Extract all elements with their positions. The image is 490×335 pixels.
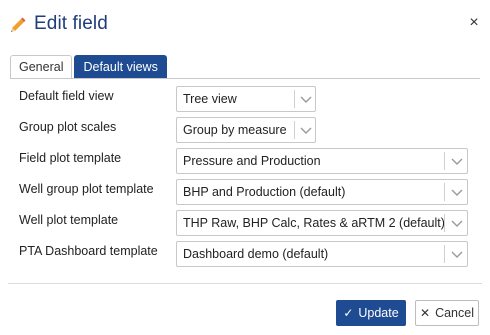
select-separator (294, 90, 295, 108)
select-value: Pressure and Production (183, 154, 321, 168)
tab-default-views[interactable]: Default views (74, 55, 167, 78)
chevron-down-icon (451, 251, 463, 258)
select-separator (444, 152, 445, 170)
select-separator (444, 245, 445, 263)
dialog-title: Edit field (34, 13, 108, 34)
dialog-header: Edit field (8, 10, 108, 38)
form-row-well-group-plot-template: Well group plot template BHP and Product… (19, 179, 469, 205)
field-plot-template-label: Field plot template (19, 151, 122, 165)
select-value: Group by measure (183, 123, 287, 137)
select-separator (444, 214, 445, 232)
default-field-view-select[interactable]: Tree view (176, 86, 316, 112)
tab-divider (10, 78, 480, 79)
group-plot-scales-select[interactable]: Group by measure (176, 117, 316, 143)
group-plot-scales-label: Group plot scales (19, 120, 117, 134)
form-row-field-plot-template: Field plot template Pressure and Product… (19, 148, 469, 174)
chevron-down-icon (300, 127, 312, 134)
form-row-default-field-view: Default field view Tree view (19, 86, 469, 112)
well-group-plot-template-label: Well group plot template (19, 182, 154, 196)
well-group-plot-template-select[interactable]: BHP and Production (default) (176, 179, 468, 205)
chevron-down-icon (451, 158, 463, 165)
tab-general[interactable]: General (10, 55, 73, 78)
update-button[interactable]: ✓ Update (336, 300, 406, 326)
x-icon: ✕ (420, 306, 431, 320)
form-row-pta-dashboard-template: PTA Dashboard template Dashboard demo (d… (19, 241, 469, 267)
footer-divider (8, 283, 482, 284)
form-row-well-plot-template: Well plot template THP Raw, BHP Calc, Ra… (19, 210, 469, 236)
select-value: BHP and Production (default) (183, 185, 346, 199)
close-icon[interactable]: × (466, 14, 482, 32)
default-field-view-label: Default field view (19, 89, 114, 103)
select-separator (294, 121, 295, 139)
select-value: Dashboard demo (default) (183, 247, 329, 261)
chevron-down-icon (451, 220, 463, 227)
tab-bar: General Default views (10, 55, 169, 79)
pta-dashboard-template-label: PTA Dashboard template (19, 244, 158, 258)
chevron-down-icon (300, 96, 312, 103)
chevron-down-icon (451, 189, 463, 196)
pencil-icon (8, 14, 28, 34)
edit-field-dialog: Edit field × General Default views Defau… (0, 0, 490, 335)
well-plot-template-select[interactable]: THP Raw, BHP Calc, Rates & aRTM 2 (defau… (176, 210, 468, 236)
select-value: THP Raw, BHP Calc, Rates & aRTM 2 (defau… (183, 216, 445, 230)
cancel-button-label: Cancel (435, 306, 474, 320)
select-separator (444, 183, 445, 201)
well-plot-template-label: Well plot template (19, 213, 119, 227)
cancel-button[interactable]: ✕ Cancel (415, 300, 479, 326)
pta-dashboard-template-select[interactable]: Dashboard demo (default) (176, 241, 468, 267)
select-value: Tree view (183, 92, 237, 106)
form-row-group-plot-scales: Group plot scales Group by measure (19, 117, 469, 143)
check-icon: ✓ (343, 306, 354, 320)
update-button-label: Update (358, 306, 399, 320)
field-plot-template-select[interactable]: Pressure and Production (176, 148, 468, 174)
